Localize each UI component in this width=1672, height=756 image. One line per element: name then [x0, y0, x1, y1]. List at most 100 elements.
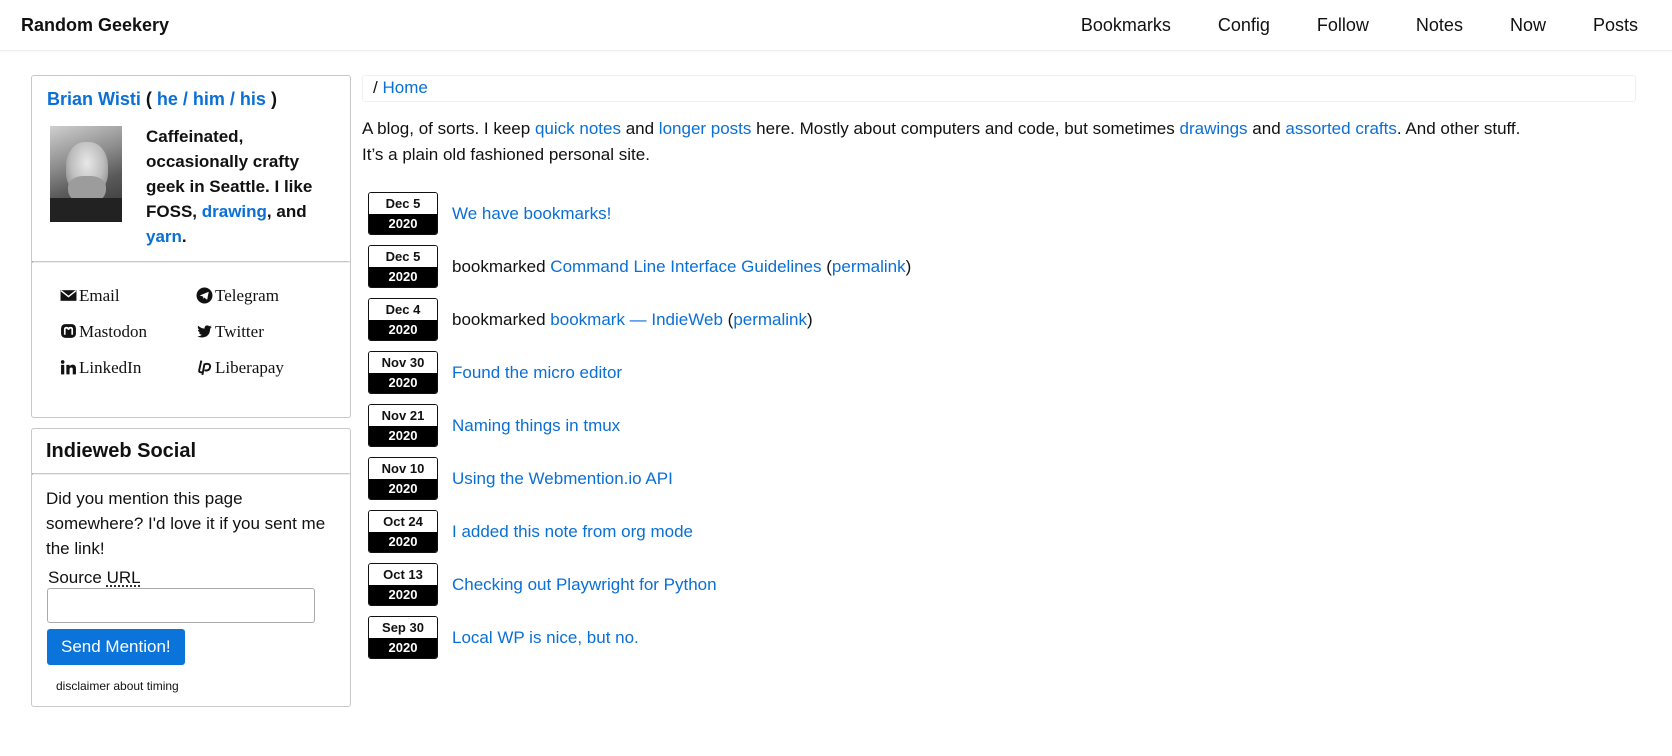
longer-posts-link[interactable]: longer posts [659, 119, 752, 138]
entry-month-day: Dec 5 [369, 193, 437, 214]
twitter-icon [197, 325, 212, 338]
entry-text: Using the Webmention.io API [452, 469, 673, 489]
quick-notes-link[interactable]: quick notes [535, 119, 621, 138]
entry-title-link[interactable]: Local WP is nice, but no. [452, 628, 639, 647]
entry-title-link[interactable]: bookmark — IndieWeb [550, 310, 723, 329]
entry-month-day: Sep 30 [369, 617, 437, 638]
avatar [50, 126, 122, 222]
webmention-card: Indieweb Social Did you mention this pag… [31, 428, 351, 707]
social-label: LinkedIn [79, 357, 142, 377]
entry-month-day: Nov 10 [369, 458, 437, 479]
list-item: Dec 5 2020 We have bookmarks! [362, 187, 1636, 240]
nav-posts[interactable]: Posts [1593, 15, 1638, 36]
social-label: Telegram [215, 285, 279, 305]
entry-month-day: Nov 21 [369, 405, 437, 426]
entry-text: Found the micro editor [452, 363, 622, 383]
entry-year: 2020 [369, 214, 437, 234]
breadcrumb: / Home [362, 75, 1636, 102]
entry-year: 2020 [369, 320, 437, 340]
entry-month-day: Nov 30 [369, 352, 437, 373]
list-item: Nov 10 2020 Using the Webmention.io API [362, 452, 1636, 505]
entry-title-link[interactable]: Naming things in tmux [452, 416, 620, 435]
breadcrumb-home[interactable]: Home [382, 78, 427, 97]
bookmark-prefix: bookmarked [452, 256, 546, 276]
webmention-text: Did you mention this page somewhere? I'd… [46, 489, 326, 558]
webmention-heading: Indieweb Social [46, 440, 197, 462]
list-item: Dec 5 2020 bookmarked Command Line Inter… [362, 240, 1636, 293]
nav-bookmarks[interactable]: Bookmarks [1081, 15, 1171, 36]
social-label: Liberapay [215, 357, 284, 377]
list-item: Sep 30 2020 Local WP is nice, but no. [362, 611, 1636, 664]
bio-text: and [276, 202, 307, 221]
entry-text: I added this note from org mode [452, 522, 693, 542]
list-item: Nov 30 2020 Found the micro editor [362, 346, 1636, 399]
breadcrumb-separator: / [373, 78, 378, 97]
permalink-link[interactable]: permalink [832, 257, 906, 276]
list-item: Oct 24 2020 I added this note from org m… [362, 505, 1636, 558]
entry-date: Sep 30 2020 [368, 616, 438, 659]
bio-yarn-link[interactable]: yarn [146, 227, 182, 246]
entry-year: 2020 [369, 267, 437, 287]
paren: ) [905, 256, 912, 276]
social-twitter[interactable]: Twitter [196, 319, 336, 344]
entry-text: Naming things in tmux [452, 416, 620, 436]
send-mention-button[interactable]: Send Mention! [47, 629, 185, 665]
entry-title-link[interactable]: Using the Webmention.io API [452, 469, 673, 488]
nav-config[interactable]: Config [1218, 15, 1270, 36]
entry-title-link[interactable]: We have bookmarks! [452, 204, 611, 223]
entry-text: bookmarked Command Line Interface Guidel… [452, 257, 911, 277]
entry-month-day: Dec 5 [369, 246, 437, 267]
entry-date: Oct 24 2020 [368, 510, 438, 553]
envelope-icon [60, 290, 77, 301]
assorted-crafts-link[interactable]: assorted crafts [1285, 119, 1397, 138]
drawings-link[interactable]: drawings [1180, 119, 1248, 138]
entry-title-link[interactable]: Command Line Interface Guidelines [550, 257, 821, 276]
entry-date: Nov 10 2020 [368, 457, 438, 500]
nav-follow[interactable]: Follow [1317, 15, 1369, 36]
entry-text: Local WP is nice, but no. [452, 628, 639, 648]
profile-body: Caffeinated, occasionally crafty geek in… [32, 110, 350, 261]
list-item: Dec 4 2020 bookmarked bookmark — IndieWe… [362, 293, 1636, 346]
entry-month-day: Dec 4 [369, 299, 437, 320]
permalink-link[interactable]: permalink [733, 310, 807, 329]
site-title[interactable]: Random Geekery [21, 15, 169, 36]
entry-text: bookmarked bookmark — IndieWeb (permalin… [452, 310, 813, 330]
disclaimer-link[interactable]: disclaimer about timing [32, 665, 350, 693]
profile-card: Brian Wisti ( he / him / his ) Caffeinat… [31, 75, 351, 418]
social-telegram[interactable]: Telegram [196, 283, 336, 308]
entry-title-link[interactable]: Checking out Playwright for Python [452, 575, 717, 594]
liberapay-icon [198, 360, 212, 376]
entry-text: We have bookmarks! [452, 204, 611, 224]
intro-text: and [1252, 119, 1281, 138]
social-mastodon[interactable]: Mastodon [60, 319, 196, 344]
entry-title-link[interactable]: I added this note from org mode [452, 522, 693, 541]
nav-now[interactable]: Now [1510, 15, 1546, 36]
bio-text: . [181, 227, 187, 246]
social-liberapay[interactable]: Liberapay [196, 355, 336, 380]
bio-text: , [266, 202, 272, 221]
entry-list: Dec 5 2020 We have bookmarks! Dec 5 2020… [362, 187, 1636, 664]
url-abbr: URL [106, 568, 141, 587]
top-nav: Bookmarks Config Follow Notes Now Posts [1034, 15, 1638, 36]
bio-drawing-link[interactable]: drawing [202, 202, 267, 221]
entry-date: Dec 5 2020 [368, 192, 438, 235]
main-content: / Home A blog, of sorts. I keep quick no… [362, 75, 1636, 707]
list-item: Nov 21 2020 Naming things in tmux [362, 399, 1636, 452]
entry-date: Dec 5 2020 [368, 245, 438, 288]
linkedin-icon [60, 360, 76, 375]
intro-text: A blog, of sorts. I keep [362, 119, 531, 138]
pronouns-link[interactable]: he / him / his [157, 89, 266, 109]
entry-month-day: Oct 24 [369, 511, 437, 532]
source-url-input[interactable] [47, 588, 315, 623]
entry-date: Nov 30 2020 [368, 351, 438, 394]
social-email[interactable]: Email [60, 283, 196, 308]
source-url-label: Source URL [32, 561, 350, 588]
social-label: Email [79, 285, 120, 305]
entry-title-link[interactable]: Found the micro editor [452, 363, 622, 382]
intro-text: and [625, 119, 655, 138]
profile-heading: Brian Wisti ( he / him / his ) [32, 76, 350, 110]
nav-notes[interactable]: Notes [1416, 15, 1463, 36]
author-name-link[interactable]: Brian Wisti [47, 89, 141, 109]
social-linkedin[interactable]: LinkedIn [60, 355, 196, 380]
paren: ) [807, 309, 813, 329]
